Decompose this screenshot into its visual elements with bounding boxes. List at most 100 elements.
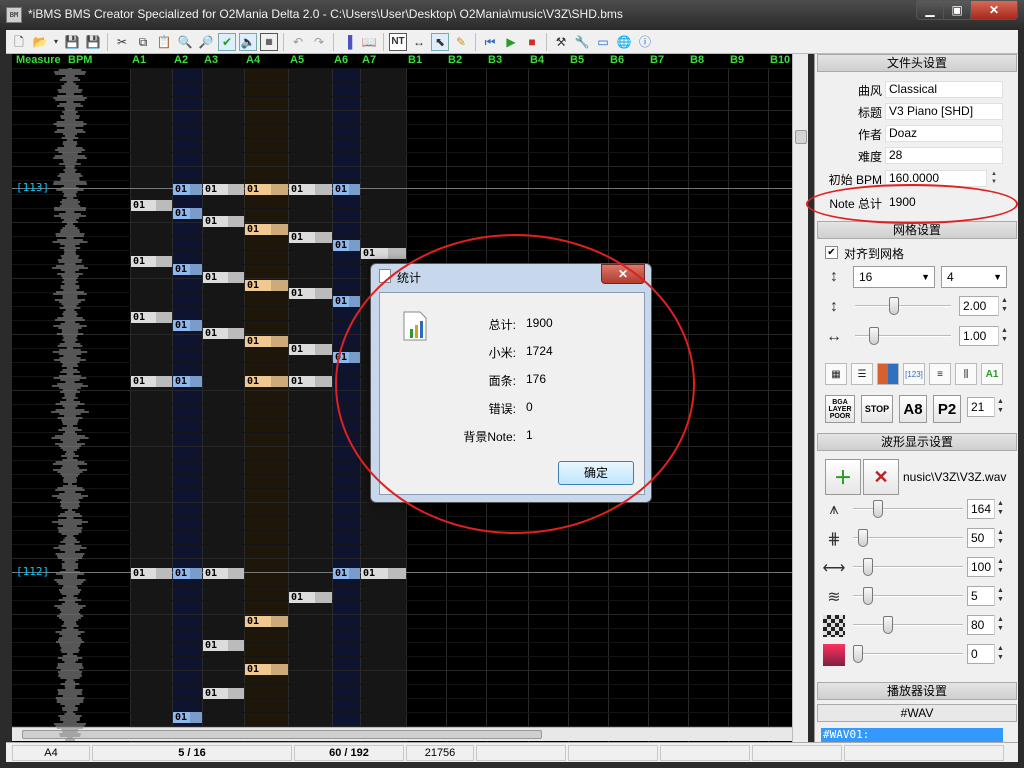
p2-button[interactable]: P2 (933, 395, 961, 423)
note-a3[interactable]: 01 (203, 272, 244, 283)
lane-a1[interactable] (130, 68, 172, 742)
play-icon[interactable]: ▶ (502, 33, 520, 51)
grid-division-select[interactable]: 16 ▼ (853, 266, 935, 288)
redo-icon[interactable]: ↷ (310, 33, 328, 51)
player-settings-title[interactable]: 播放器设置 (817, 682, 1017, 700)
note-a5[interactable]: 01 (289, 288, 332, 299)
note-a7[interactable]: 01 (361, 248, 406, 259)
note-a1[interactable]: 01 (131, 200, 172, 211)
wav-list-title[interactable]: #WAV (817, 704, 1017, 722)
note-a2[interactable]: 01 (173, 712, 202, 723)
note-a2[interactable]: 01 (173, 320, 202, 331)
tools-icon[interactable]: ⚒ (552, 33, 570, 51)
wave-slider-spinner-0[interactable]: ▲ ▼ (994, 499, 1006, 519)
wave-slider-value-4[interactable]: 80 (967, 615, 995, 635)
note-a4[interactable]: 01 (245, 224, 288, 235)
wave-slider-4[interactable] (883, 616, 893, 634)
lines-icon[interactable]: ☰ (851, 363, 873, 385)
grid-subdivision-select[interactable]: 4 ▼ (941, 266, 1007, 288)
copy-icon[interactable]: ⧉ (134, 33, 152, 51)
note-a6[interactable]: 01 (333, 184, 360, 195)
lane-a2[interactable] (172, 68, 202, 742)
play-start-icon[interactable]: ⏮ (481, 33, 499, 51)
hspacing-slider[interactable] (869, 327, 880, 345)
ok-button[interactable]: 确定 (558, 461, 634, 485)
wave-slider-value-3[interactable]: 5 (967, 586, 995, 606)
artist-field[interactable]: Doaz (885, 125, 1003, 142)
header-settings-title[interactable]: 文件头设置 (817, 54, 1017, 72)
note-a3[interactable]: 01 (203, 184, 244, 195)
dialog-close-button[interactable]: ✕ (601, 264, 645, 284)
new-file-icon[interactable]: 🗋 (10, 33, 28, 51)
find-icon[interactable]: 🔍 (176, 33, 194, 51)
note-a4[interactable]: 01 (245, 376, 288, 387)
paste-icon[interactable]: 📋 (155, 33, 173, 51)
wave-slider-value-1[interactable]: 50 (967, 528, 995, 548)
vspacing-slider[interactable] (888, 297, 899, 315)
wave-slider-1[interactable] (858, 529, 868, 547)
cut-icon[interactable]: ✂ (113, 33, 131, 51)
note-a5[interactable]: 01 (289, 184, 332, 195)
note-a1[interactable]: 01 (131, 568, 172, 579)
note-a2[interactable]: 01 (173, 264, 202, 275)
column-icon[interactable]: ▐ (339, 33, 357, 51)
lane-b9[interactable] (728, 68, 768, 742)
grid-icon[interactable]: ▦ (825, 363, 847, 385)
wave-slider-spinner-4[interactable]: ▲ ▼ (994, 615, 1006, 635)
bpm-spinner[interactable]: ▲ ▼ (989, 170, 999, 186)
note-a2[interactable]: 01 (173, 568, 202, 579)
preview-icon[interactable]: ▦ (260, 32, 278, 51)
columns-icon[interactable]: ⫼ (955, 363, 977, 385)
note-a1[interactable]: 01 (131, 312, 172, 323)
genre-field[interactable]: Classical (885, 81, 1003, 98)
hspacing-value[interactable]: 1.00 (959, 326, 999, 346)
wave-slider-5[interactable] (853, 645, 863, 663)
view-icon[interactable]: ▭ (594, 33, 612, 51)
hspacing-spinner[interactable]: ▲ ▼ (998, 326, 1010, 346)
bpm-field[interactable]: 160.0000 (885, 170, 987, 187)
close-button[interactable]: ✕ (970, 0, 1018, 20)
speaker-icon[interactable]: 🔈 (239, 32, 257, 51)
level-field[interactable]: 28 (885, 147, 1003, 164)
book-icon[interactable]: 📖 (360, 33, 378, 51)
color-icon[interactable] (877, 363, 899, 385)
globe-icon[interactable]: 🌐 (615, 33, 633, 51)
note-a4[interactable]: 01 (245, 336, 288, 347)
note-a3[interactable]: 01 (203, 640, 244, 651)
info-icon[interactable]: ⓘ (636, 33, 654, 51)
vspacing-spinner[interactable]: ▲ ▼ (998, 296, 1010, 316)
note-a6[interactable]: 01 (333, 352, 360, 363)
note-a2[interactable]: 01 (173, 208, 202, 219)
note-a3[interactable]: 01 (203, 328, 244, 339)
find-next-icon[interactable]: 🔎 (197, 33, 215, 51)
note-a4[interactable]: 01 (245, 280, 288, 291)
note-a1[interactable]: 01 (131, 376, 172, 387)
check-icon[interactable]: ✔ (218, 32, 236, 51)
snap-checkbox[interactable]: ✔ (825, 246, 838, 259)
note-a4[interactable]: 01 (245, 616, 288, 627)
note-a7[interactable]: 01 (361, 568, 406, 579)
rows-icon[interactable]: ≡ (929, 363, 951, 385)
maximize-button[interactable]: ▣ (943, 0, 971, 20)
save-icon[interactable]: 💾 (63, 33, 81, 51)
wave-slider-3[interactable] (863, 587, 873, 605)
a1-icon[interactable]: A1 (981, 363, 1003, 385)
note-a2[interactable]: 01 (173, 184, 202, 195)
note-a5[interactable]: 01 (289, 344, 332, 355)
stop-button[interactable]: STOP (861, 395, 893, 423)
scrollbar-thumb[interactable] (795, 130, 807, 144)
title-field[interactable]: V3 Piano [SHD] (885, 103, 1003, 120)
note-a5[interactable]: 01 (289, 376, 332, 387)
wave-slider-spinner-5[interactable]: ▲ ▼ (994, 644, 1006, 664)
bga-layer-poor-button[interactable]: BGA LAYER POOR (825, 395, 855, 423)
wave-slider-value-5[interactable]: 0 (967, 644, 995, 664)
minimize-button[interactable]: ▁ (916, 0, 944, 20)
lane-b10[interactable] (768, 68, 792, 742)
dropdown-arrow-icon[interactable]: ▾ (52, 33, 60, 51)
remove-wave-button[interactable]: ✕ (863, 459, 899, 495)
note-a3[interactable]: 01 (203, 568, 244, 579)
wave-slider-spinner-1[interactable]: ▲ ▼ (994, 528, 1006, 548)
wave-slider-spinner-3[interactable]: ▲ ▼ (994, 586, 1006, 606)
note-a3[interactable]: 01 (203, 216, 244, 227)
wav-list-item[interactable]: #WAV01: (821, 728, 1003, 742)
